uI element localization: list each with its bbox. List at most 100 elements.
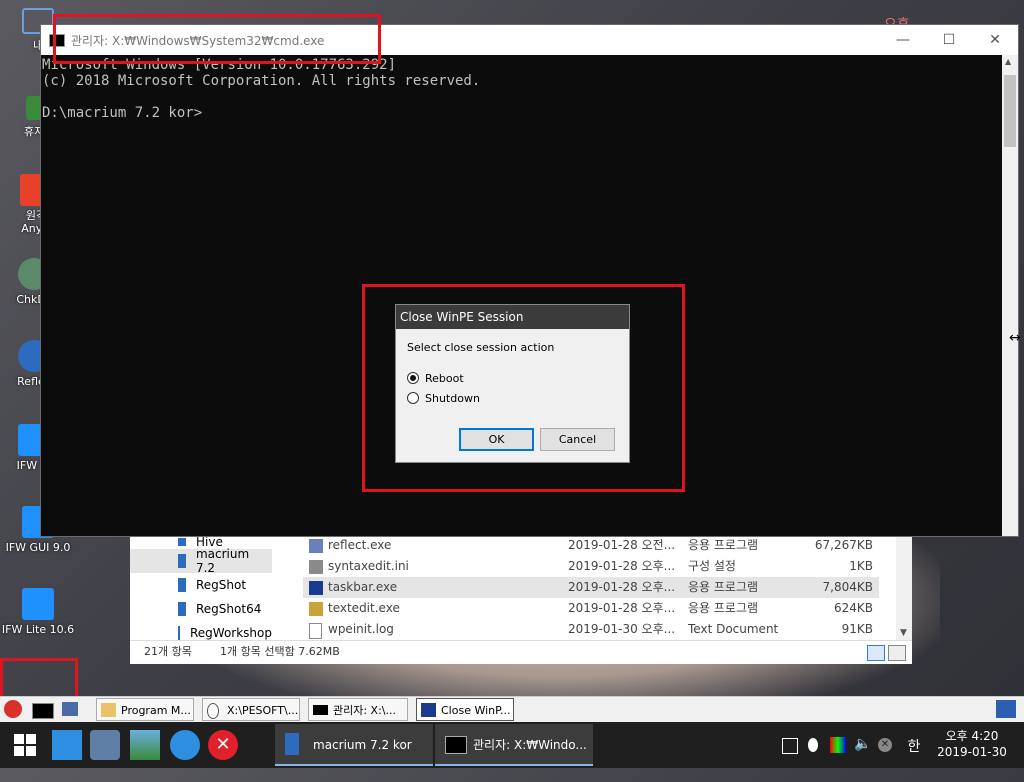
nav-item-label: RegShot xyxy=(196,578,247,592)
image-viewer-pin-icon[interactable] xyxy=(130,730,160,760)
taskbar-app-icon xyxy=(421,703,436,717)
nav-item-label: RegWorkshop xyxy=(189,626,272,640)
file-size: 91KB xyxy=(841,622,873,636)
ime-indicator[interactable]: 한 xyxy=(904,736,924,782)
close-red-pin-icon[interactable]: ✕ xyxy=(208,730,238,760)
nav-item-label: macrium 7.2 xyxy=(195,547,250,575)
console-scrollbar[interactable]: ▲ xyxy=(1002,55,1018,536)
file-date: 2019-01-28 오후... xyxy=(568,559,676,573)
refresh-pin-icon[interactable] xyxy=(170,730,200,760)
file-date: 2019-01-30 오후... xyxy=(568,622,676,636)
file-type: 응용 프로그램 xyxy=(688,601,759,615)
taskbar-app-label: macrium 7.2 kor xyxy=(313,738,412,752)
clock-date: 2019-01-30 xyxy=(937,745,1007,759)
task-label: Program M... xyxy=(121,704,191,717)
taskbar-app-cmd[interactable]: 관리자: X:₩Windo... xyxy=(435,724,593,766)
exe-icon xyxy=(309,539,323,553)
windows-logo-icon xyxy=(14,734,36,756)
file-row-selected[interactable]: taskbar.exe 2019-01-28 오후... 응용 프로그램 7,8… xyxy=(303,577,879,598)
nav-item-label: RegShot64 xyxy=(196,602,262,616)
file-type: Text Document xyxy=(688,622,779,636)
task-pesoft[interactable]: X:\PESOFT\... xyxy=(202,698,300,721)
file-date: 2019-01-28 오후... xyxy=(568,580,676,594)
droplet-icon[interactable] xyxy=(808,738,818,752)
details-view-icon[interactable] xyxy=(867,645,885,661)
volume-icon[interactable]: 🔈 xyxy=(854,736,872,782)
file-size: 1KB xyxy=(849,559,873,573)
folder-icon xyxy=(178,554,186,568)
start-button[interactable] xyxy=(10,730,40,760)
chevron-down-icon[interactable]: ▼ xyxy=(900,628,907,638)
resize-cursor-icon: ↔ xyxy=(1009,330,1021,346)
cmd-icon xyxy=(445,736,467,754)
settings-file-icon xyxy=(309,560,323,574)
file-name: taskbar.exe xyxy=(328,580,398,594)
scrollbar-thumb[interactable] xyxy=(1004,75,1016,147)
task-label: Close WinP... xyxy=(441,704,511,717)
droplet-icon xyxy=(207,703,219,719)
file-name: textedit.exe xyxy=(328,601,400,615)
folder-icon xyxy=(178,626,180,640)
file-name: wpeinit.log xyxy=(328,622,394,636)
nav-item-regshot[interactable]: RegShot xyxy=(130,573,272,597)
task-cmd[interactable]: 관리자: X:\... xyxy=(308,698,408,721)
task-close-winpe[interactable]: Close WinP... xyxy=(416,698,514,721)
file-row[interactable]: textedit.exe 2019-01-28 오후... 응용 프로그램 62… xyxy=(303,598,879,619)
clock-time: 오후 4:20 xyxy=(945,729,999,743)
taskbar-app-icon xyxy=(309,581,323,595)
task-program-manager[interactable]: Program M... xyxy=(96,698,194,721)
file-date: 2019-01-28 오후... xyxy=(568,601,676,615)
nav-item-macrium[interactable]: macrium 7.2 xyxy=(130,547,272,575)
taskbar: ✕ macrium 7.2 kor 관리자: X:₩Windo... 🔈 ✕ 한… xyxy=(0,722,1024,768)
text-editor-icon xyxy=(309,602,323,616)
cmd-icon xyxy=(313,705,328,715)
file-explorer-pin-icon[interactable] xyxy=(52,730,82,760)
highlight-box-title xyxy=(53,14,381,64)
cmd-quicklaunch-icon[interactable] xyxy=(32,703,54,719)
status-item-count: 21개 항목 xyxy=(144,645,192,658)
highlight-box-dialog xyxy=(362,284,685,492)
windows-logo-icon xyxy=(22,588,54,620)
file-row[interactable]: wpeinit.log 2019-01-30 오후... Text Docume… xyxy=(303,619,879,640)
pc-quicklaunch-icon[interactable] xyxy=(62,702,78,716)
close-button[interactable]: ✕ xyxy=(972,25,1018,55)
folder-icon xyxy=(178,578,186,592)
folder-icon xyxy=(178,538,186,546)
color-icon[interactable] xyxy=(830,737,846,753)
secondary-taskbar: Program M... X:\PESOFT\... 관리자: X:\... C… xyxy=(0,696,1024,723)
chevron-up-icon[interactable]: ▲ xyxy=(1005,57,1011,66)
file-size: 7,804KB xyxy=(822,580,873,594)
folder-icon xyxy=(101,703,116,717)
desktop-icon-ifw-lite[interactable]: IFW Lite 10.6 xyxy=(0,588,78,636)
network-tray-icon[interactable] xyxy=(996,700,1016,718)
status-selection: 1개 항목 선택함 7.62MB xyxy=(220,645,340,658)
network-icon[interactable] xyxy=(782,738,798,754)
maximize-button[interactable]: ☐ xyxy=(926,25,972,55)
status-bar: 21개 항목 1개 항목 선택함 7.62MB xyxy=(130,640,912,664)
console-line: (c) 2018 Microsoft Corporation. All righ… xyxy=(42,73,481,89)
taskbar-app-macrium[interactable]: macrium 7.2 kor xyxy=(275,724,433,766)
file-row[interactable]: reflect.exe 2019-01-28 오전... 응용 프로그램 67,… xyxy=(303,535,879,556)
folder-icon xyxy=(178,602,186,616)
file-row[interactable]: syntaxedit.ini 2019-01-28 오후... 구성 설정 1K… xyxy=(303,556,879,577)
large-icons-view-icon[interactable] xyxy=(888,645,906,661)
file-list: reflect.exe 2019-01-28 오전... 응용 프로그램 67,… xyxy=(303,535,879,640)
close-circle-icon[interactable]: ✕ xyxy=(878,738,892,752)
power-icon[interactable] xyxy=(4,700,22,718)
file-type: 응용 프로그램 xyxy=(688,538,759,552)
taskbar-app-label: 관리자: X:₩Windo... xyxy=(473,738,587,752)
explorer-scrollbar[interactable]: ▼ xyxy=(896,535,912,640)
desktop-icon-label: IFW GUI 9.0 xyxy=(5,541,71,554)
log-file-icon xyxy=(309,623,322,639)
nav-item-regshot64[interactable]: RegShot64 xyxy=(130,597,272,621)
file-explorer-window: Hive macrium 7.2 RegShot RegShot64 RegWo… xyxy=(130,535,912,664)
minimize-button[interactable]: — xyxy=(880,25,926,55)
desktop-icon-label: IFW Lite 10.6 xyxy=(1,623,75,636)
file-type: 구성 설정 xyxy=(688,559,736,573)
navigation-pane: Hive macrium 7.2 RegShot RegShot64 RegWo… xyxy=(130,535,272,640)
file-name: reflect.exe xyxy=(328,538,392,552)
camera-folder-pin-icon[interactable] xyxy=(90,730,120,760)
file-size: 67,267KB xyxy=(814,538,873,552)
clock[interactable]: 오후 4:20 2019-01-30 xyxy=(932,728,1012,774)
